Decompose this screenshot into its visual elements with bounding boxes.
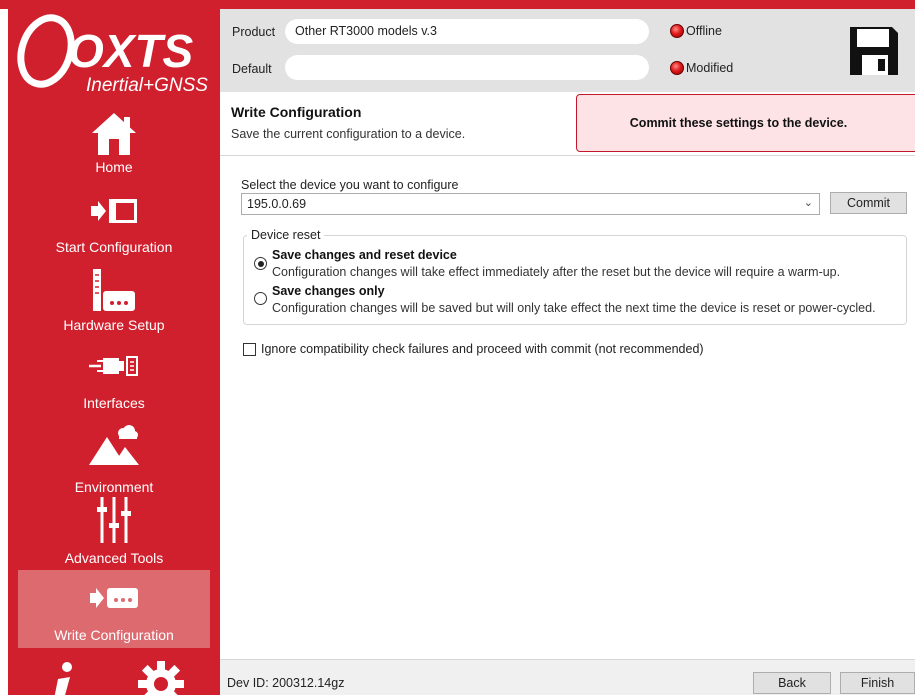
ignore-compatibility-checkbox[interactable] [243, 343, 256, 356]
device-reset-title: Device reset [247, 228, 325, 242]
sidebar-item-hardware-setup[interactable]: Hardware Setup [8, 265, 220, 339]
sliders-icon [8, 495, 220, 545]
option-save-only-desc: Configuration changes will be saved but … [272, 301, 876, 315]
sidebar-item-environment[interactable]: Environment [8, 421, 220, 495]
product-label: Product [232, 25, 276, 39]
device-id-label: Dev ID: 200312.14gz [227, 676, 345, 690]
radio-save-only[interactable] [254, 292, 267, 305]
device-select[interactable]: 195.0.0.69 ⌄ [241, 193, 820, 215]
device-select-value: 195.0.0.69 [247, 197, 307, 211]
option-save-and-reset-title: Save changes and reset device [272, 248, 457, 262]
sidebar-item-start-configuration[interactable]: Start Configuration [8, 189, 220, 261]
chevron-down-icon: ⌄ [803, 197, 813, 209]
info-icon[interactable] [46, 659, 82, 695]
product-field[interactable]: Other RT3000 models v.3 [285, 19, 649, 44]
ignore-compatibility-label: Ignore compatibility check failures and … [261, 342, 704, 356]
logo-subtext: Inertial+GNSS [86, 75, 208, 96]
sidebar-item-write-configuration[interactable]: Write Configuration [18, 570, 210, 648]
divider [220, 155, 915, 156]
page-title: Write Configuration [231, 104, 362, 120]
logo-text: OXTS [68, 25, 194, 77]
sidebar-item-label: Interfaces [83, 395, 145, 411]
ruler-device-icon [8, 267, 220, 313]
floppy-disk-icon [850, 27, 898, 75]
modified-status-led [670, 61, 684, 75]
sidebar-item-label: Home [95, 159, 133, 175]
plug-icon [8, 355, 220, 377]
back-button[interactable]: Back [753, 672, 831, 694]
sidebar-item-label: Hardware Setup [63, 317, 165, 333]
sidebar-item-label: Write Configuration [54, 627, 174, 643]
gear-icon[interactable] [138, 661, 184, 695]
oxts-logo: OXTS Inertial+GNSS [8, 9, 220, 101]
device-select-label: Select the device you want to configure [241, 178, 459, 192]
option-save-only-title: Save changes only [272, 284, 385, 298]
sidebar: OXTS Inertial+GNSS Home Start Configurat… [8, 9, 220, 695]
top-accent-bar [0, 0, 915, 9]
sidebar-item-label: Advanced Tools [64, 550, 164, 566]
modified-status-label: Modified [686, 61, 734, 75]
header-bar: Product Other RT3000 models v.3 Default … [220, 9, 915, 92]
house-icon [8, 111, 220, 157]
offline-status-label: Offline [686, 24, 722, 38]
finish-button[interactable]: Finish [840, 672, 915, 694]
arrow-device-icon [18, 586, 210, 610]
sidebar-item-advanced-tools[interactable]: Advanced Tools [8, 495, 220, 571]
page-subtitle: Save the current configuration to a devi… [231, 127, 466, 141]
sidebar-item-interfaces[interactable]: Interfaces [8, 345, 220, 415]
commit-button[interactable]: Commit [830, 192, 907, 214]
hint-banner: Commit these settings to the device. [576, 94, 915, 152]
arrow-window-icon [8, 197, 220, 225]
option-save-and-reset-desc: Configuration changes will take effect i… [272, 265, 841, 279]
offline-status-led [670, 24, 684, 38]
sidebar-item-label: Start Configuration [55, 239, 173, 255]
radio-save-and-reset[interactable] [254, 257, 267, 270]
sidebar-item-label: Environment [74, 479, 154, 495]
default-field[interactable] [285, 55, 649, 80]
sidebar-item-home[interactable]: Home [8, 105, 220, 181]
save-button[interactable] [848, 25, 900, 77]
default-label: Default [232, 62, 272, 76]
mountains-cloud-icon [8, 423, 220, 467]
